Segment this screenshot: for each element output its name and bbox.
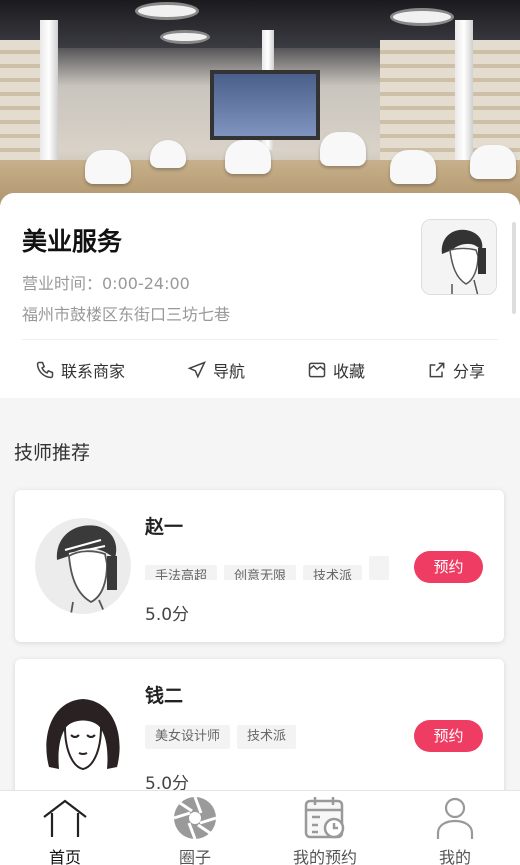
user-icon xyxy=(436,797,474,839)
tab-my-appointments[interactable]: 我的预约 xyxy=(260,791,390,865)
favorite-button[interactable]: 收藏 xyxy=(307,358,365,382)
navigation-label: 导航 xyxy=(213,362,246,381)
bottom-tab-bar: 首页 圈子 我的预约 我的 xyxy=(0,790,520,865)
technician-tag: 创意无限 xyxy=(224,565,297,580)
technician-tag: 手法高超 xyxy=(145,565,218,580)
book-button[interactable]: 预约 xyxy=(414,720,483,752)
technician-name: 钱二 xyxy=(145,685,184,707)
phone-icon xyxy=(36,361,54,379)
technician-tags: 手法高超 创意无限 技术派 xyxy=(145,556,407,580)
divider xyxy=(22,339,498,340)
store-logo-image xyxy=(421,219,497,295)
store-title: 美业服务 xyxy=(22,227,123,256)
technician-rating: 5.0分 xyxy=(145,605,190,625)
calendar-icon xyxy=(304,797,345,839)
technician-tag: 美女设计师 xyxy=(145,725,231,749)
scrollbar[interactable] xyxy=(512,222,516,314)
tab-home[interactable]: 首页 xyxy=(0,791,130,865)
navigation-button[interactable]: 导航 xyxy=(187,358,245,382)
share-icon xyxy=(429,362,445,378)
tab-home-label: 首页 xyxy=(48,848,81,865)
section-title-technicians: 技师推荐 xyxy=(14,442,91,464)
technician-tag: 技术派 xyxy=(237,725,297,749)
tab-my-appointments-label: 我的预约 xyxy=(292,848,357,865)
store-banner-image xyxy=(0,0,520,215)
technician-name: 赵一 xyxy=(145,516,184,538)
tab-me[interactable]: 我的 xyxy=(390,791,520,865)
share-button[interactable]: 分享 xyxy=(427,358,485,382)
page: 美业服务 营业时间：0:00-24:00 福州市鼓楼区东街口三坊七巷 联系商家 … xyxy=(0,0,520,865)
technician-tags: 美女设计师 技术派 xyxy=(145,725,407,749)
contact-merchant-label: 联系商家 xyxy=(61,362,126,381)
home-icon xyxy=(43,799,87,837)
technician-tag xyxy=(369,556,390,580)
store-hours: 营业时间：0:00-24:00 xyxy=(22,274,190,293)
navigation-icon xyxy=(187,361,206,379)
technician-tag: 技术派 xyxy=(303,565,363,580)
technician-avatar xyxy=(35,687,131,783)
contact-merchant-button[interactable]: 联系商家 xyxy=(35,358,125,382)
store-address: 福州市鼓楼区东街口三坊七巷 xyxy=(22,305,231,324)
tab-circle[interactable]: 圈子 xyxy=(130,791,260,865)
aperture-icon xyxy=(173,796,217,840)
tab-me-label: 我的 xyxy=(438,848,471,865)
book-button[interactable]: 预约 xyxy=(414,551,483,583)
favorite-label: 收藏 xyxy=(333,362,366,381)
technician-card[interactable]: 钱二 美女设计师 技术派 5.0分 预约 xyxy=(15,659,504,811)
favorite-icon xyxy=(308,362,326,378)
technician-avatar xyxy=(35,518,131,614)
technician-card[interactable]: 赵一 手法高超 创意无限 技术派 5.0分 预约 xyxy=(15,490,504,642)
tab-circle-label: 圈子 xyxy=(178,848,211,865)
share-label: 分享 xyxy=(453,362,486,381)
